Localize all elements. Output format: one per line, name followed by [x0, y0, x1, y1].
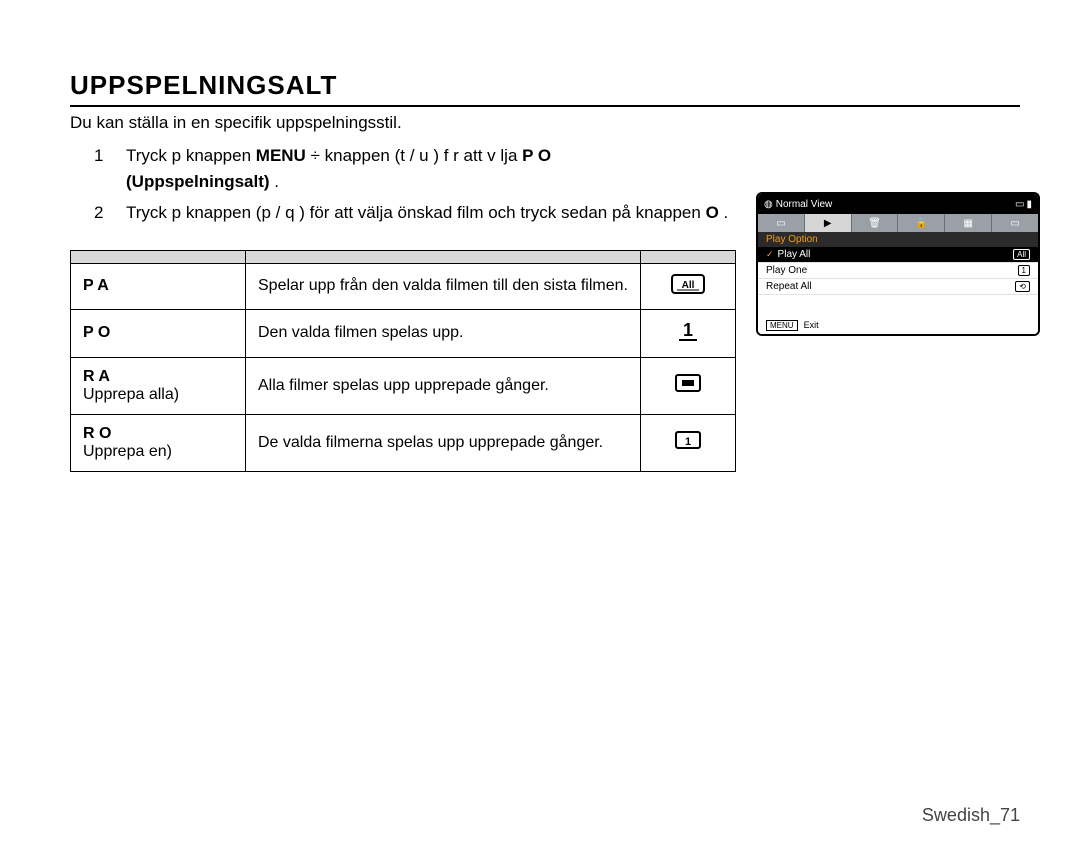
menu-label: MENU — [256, 146, 306, 165]
step-text: Tryck p knappen MENU ÷ knappen (t / u ) … — [126, 143, 551, 194]
screen-option-repeat-all[interactable]: Repeat All ⟲ — [758, 279, 1038, 295]
step-1: 1 Tryck p knappen MENU ÷ knappen (t / u … — [94, 143, 784, 194]
screen-titlebar: ◍ Normal View ▭ ▮ — [758, 194, 1038, 214]
steps-list: 1 Tryck p knappen MENU ÷ knappen (t / u … — [94, 143, 784, 226]
battery-icon: ▮ — [1026, 199, 1032, 210]
camera-screen: ◍ Normal View ▭ ▮ ▭ ▶ 🗑 🔒 ▦ ▭ Play Optio… — [756, 192, 1040, 336]
play-one-icon: 1 — [671, 320, 705, 346]
screen-option-play-one[interactable]: Play One 1 — [758, 263, 1038, 279]
page-footer: Swedish_71 — [922, 805, 1020, 826]
sd-icon: ▭ — [1015, 199, 1024, 210]
tab-icon-4[interactable]: 🔒 — [898, 214, 945, 232]
page-heading: UPPSPELNINGSALT — [70, 70, 1020, 101]
tab-icon-5[interactable]: ▦ — [945, 214, 992, 232]
repeat-all-icon — [673, 372, 703, 398]
screen-footer: MENU Exit — [758, 316, 1038, 334]
play-all-icon: All — [671, 274, 705, 298]
table-row: R A Upprepa alla) Alla filmer spelas upp… — [71, 357, 736, 414]
screen-option-play-all[interactable]: ✓Play All All — [758, 247, 1038, 263]
step-2: 2 Tryck p knappen (p / q ) för att välja… — [94, 200, 784, 226]
step-number: 1 — [94, 143, 112, 194]
tab-icon-3[interactable]: 🗑 — [852, 214, 899, 232]
options-table: P A Spelar upp från den valda filmen til… — [70, 250, 736, 472]
step-text: Tryck p knappen (p / q ) för att välja ö… — [126, 200, 728, 226]
heading-rule — [70, 105, 1020, 107]
col-header-2 — [246, 250, 641, 263]
screen-title: Normal View — [776, 199, 833, 210]
screen-option-list: ✓Play All All Play One 1 Repeat All ⟲ — [758, 247, 1038, 295]
menu-button[interactable]: MENU — [766, 320, 798, 331]
exit-label: Exit — [804, 320, 819, 330]
table-row: P O Den valda filmen spelas upp. 1 — [71, 309, 736, 357]
tab-icon-2[interactable]: ▶ — [805, 214, 852, 232]
svg-text:All: All — [682, 280, 695, 291]
tab-icon-1[interactable]: ▭ — [758, 214, 805, 232]
svg-text:1: 1 — [683, 320, 693, 340]
check-icon: ✓ — [766, 249, 774, 259]
table-row: R O Upprepa en) De valda filmerna spelas… — [71, 414, 736, 471]
step-number: 2 — [94, 200, 112, 226]
repeat-one-icon: 1 — [673, 429, 703, 455]
globe-icon: ◍ — [764, 199, 773, 210]
col-header-3 — [640, 250, 735, 263]
svg-text:1: 1 — [685, 436, 691, 448]
col-header-1 — [71, 250, 246, 263]
screen-section-title: Play Option — [758, 232, 1038, 247]
table-row: P A Spelar upp från den valda filmen til… — [71, 263, 736, 309]
tab-icon-6[interactable]: ▭ — [992, 214, 1038, 232]
intro-text: Du kan ställa in en specifik uppspelning… — [70, 113, 1020, 133]
screen-tabs: ▭ ▶ 🗑 🔒 ▦ ▭ — [758, 214, 1038, 232]
